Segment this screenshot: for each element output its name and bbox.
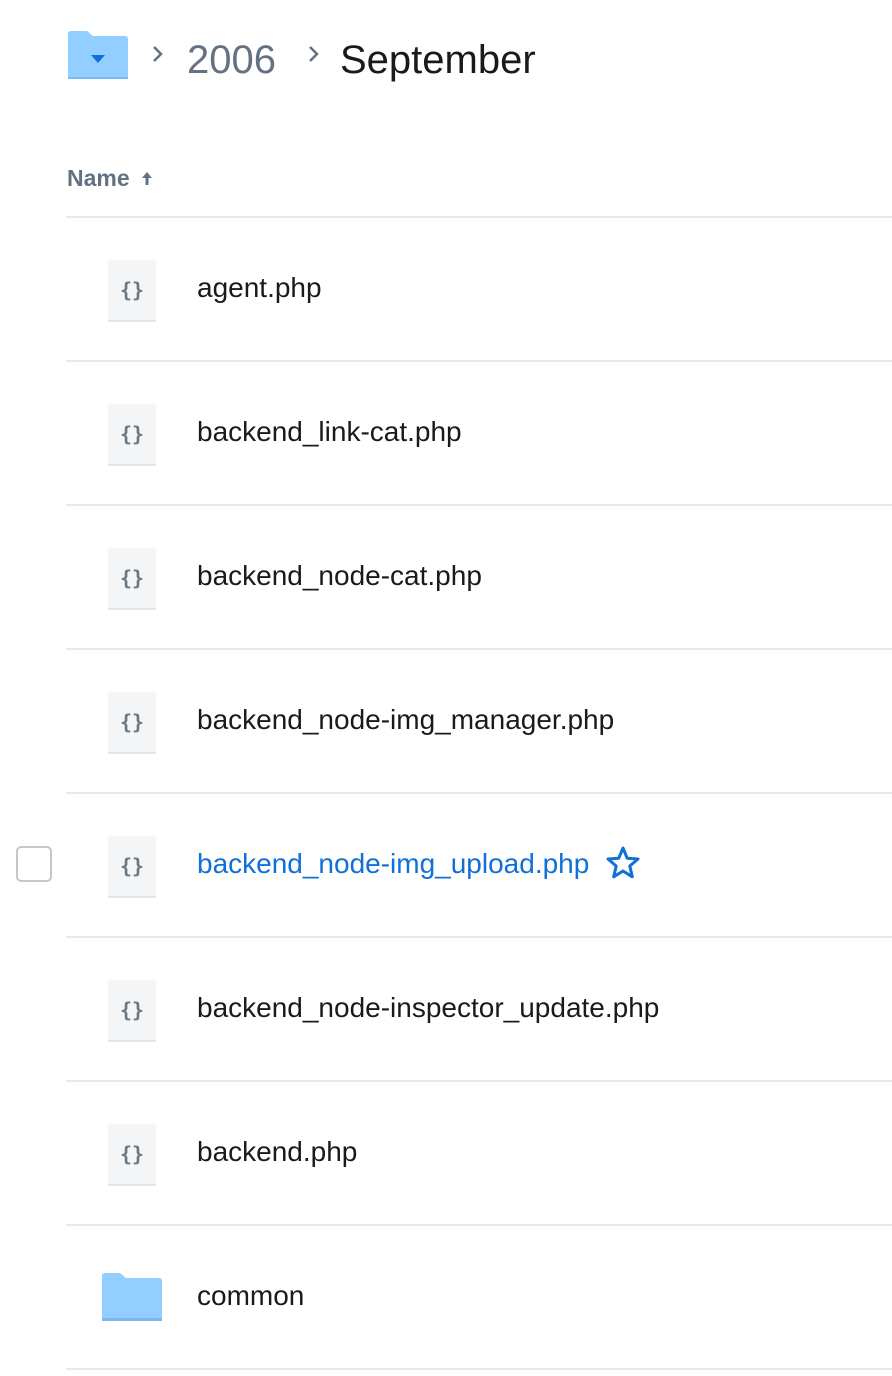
arrow-up-icon xyxy=(140,170,154,186)
file-name[interactable]: backend_node-cat.php xyxy=(197,556,482,596)
breadcrumb: 2006 September xyxy=(0,0,892,120)
file-name-link[interactable]: backend_node-img_upload.php xyxy=(197,844,589,884)
column-header-row: Name xyxy=(67,158,154,198)
chevron-right-icon xyxy=(150,44,166,64)
file-row[interactable]: {} agent.php xyxy=(66,218,892,360)
folder-dropdown-icon[interactable] xyxy=(67,30,129,80)
divider xyxy=(66,1368,892,1370)
code-file-icon: {} xyxy=(108,1124,156,1184)
file-name[interactable]: agent.php xyxy=(197,268,322,308)
breadcrumb-item-year[interactable]: 2006 xyxy=(187,34,276,86)
file-name[interactable]: backend_node-inspector_update.php xyxy=(197,988,659,1028)
code-file-icon: {} xyxy=(108,836,156,896)
breadcrumb-current: September xyxy=(340,38,536,82)
folder-icon xyxy=(102,1272,162,1322)
code-file-icon: {} xyxy=(108,548,156,608)
code-file-icon: {} xyxy=(108,692,156,752)
file-row[interactable]: {} backend_node-inspector_update.php xyxy=(66,938,892,1080)
file-row[interactable]: {} backend.php xyxy=(66,1082,892,1224)
folder-row[interactable]: common xyxy=(66,1226,892,1368)
code-file-icon: {} xyxy=(108,404,156,464)
code-file-icon: {} xyxy=(108,260,156,320)
chevron-right-icon xyxy=(306,44,322,64)
file-row[interactable]: {} backend_node-img_manager.php xyxy=(66,650,892,792)
row-checkbox[interactable] xyxy=(16,846,52,882)
file-name[interactable]: backend.php xyxy=(197,1132,357,1172)
file-row[interactable]: {} backend_node-cat.php xyxy=(66,506,892,648)
star-outline-icon[interactable] xyxy=(603,843,643,883)
file-name[interactable]: backend_node-img_manager.php xyxy=(197,700,614,740)
file-name[interactable]: backend_link-cat.php xyxy=(197,412,462,452)
name-column-label: Name xyxy=(67,165,130,191)
code-file-icon: {} xyxy=(108,980,156,1040)
folder-name[interactable]: common xyxy=(197,1276,304,1316)
file-list: {} agent.php {} backend_link-cat.php {} … xyxy=(16,216,892,1370)
file-row[interactable]: {} backend_link-cat.php xyxy=(66,362,892,504)
file-row[interactable]: {} backend_node-img_upload.php xyxy=(16,794,892,936)
name-column-header[interactable]: Name xyxy=(67,158,154,198)
